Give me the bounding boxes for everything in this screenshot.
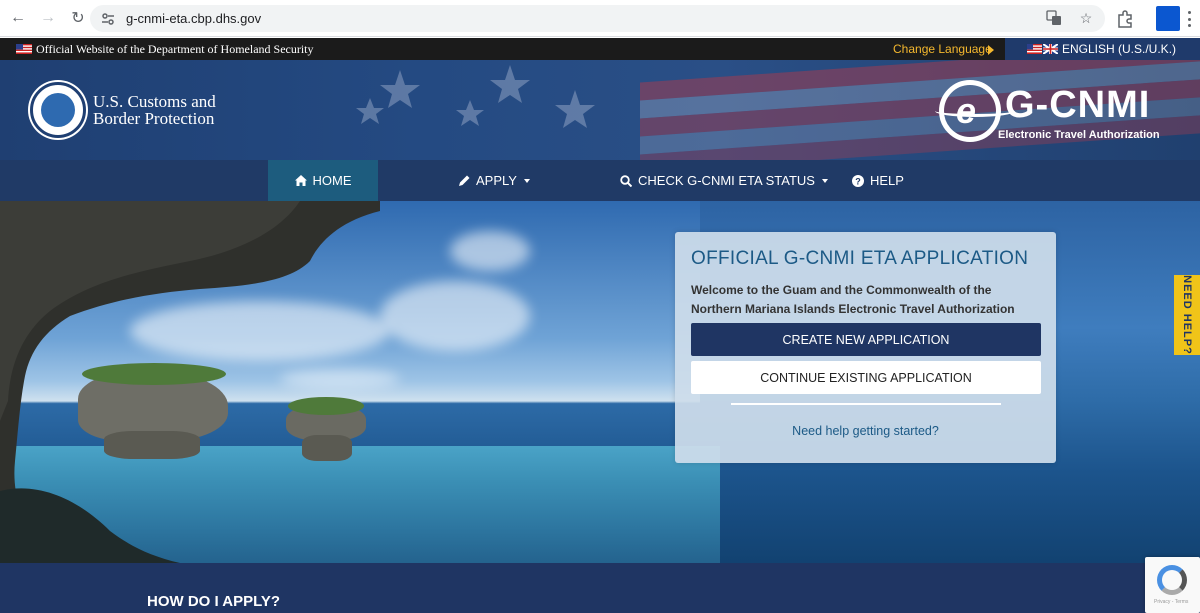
how-to-apply-section: HOW DO I APPLY? bbox=[0, 563, 1200, 613]
reload-icon[interactable]: ↻ bbox=[66, 6, 90, 30]
bookmark-star-icon[interactable]: ☆ bbox=[1077, 9, 1095, 27]
agency-line-1: U.S. Customs and bbox=[93, 92, 216, 111]
main-nav: HOME APPLY CHECK G-CNMI ETA STATUS ? HEL… bbox=[0, 160, 1200, 201]
pencil-icon bbox=[459, 175, 470, 186]
nav-help-label: HELP bbox=[870, 173, 904, 188]
how-to-apply-heading: HOW DO I APPLY? bbox=[147, 593, 281, 610]
extensions-icon[interactable] bbox=[1115, 9, 1135, 29]
chevron-down-icon bbox=[523, 178, 530, 183]
us-uk-flags-icon bbox=[1027, 44, 1059, 54]
card-divider bbox=[731, 403, 1001, 405]
cbp-agency-name[interactable]: U.S. Customs and Border Protection bbox=[93, 93, 216, 127]
create-new-application-button[interactable]: CREATE NEW APPLICATION bbox=[691, 323, 1041, 356]
question-circle-icon: ? bbox=[852, 174, 864, 187]
continue-existing-application-button[interactable]: CONTINUE EXISTING APPLICATION bbox=[691, 361, 1041, 394]
recaptcha-footer[interactable]: Privacy - Terms bbox=[1154, 599, 1188, 605]
application-card: OFFICIAL G-CNMI ETA APPLICATION Welcome … bbox=[675, 232, 1056, 463]
need-help-label: NEED HELP? bbox=[1181, 275, 1193, 355]
change-language-link[interactable]: Change Language bbox=[893, 42, 992, 56]
card-title: OFFICIAL G-CNMI ETA APPLICATION bbox=[691, 248, 1029, 269]
browser-menu-icon[interactable] bbox=[1188, 11, 1192, 27]
caret-right-icon bbox=[988, 45, 994, 55]
home-icon bbox=[294, 175, 307, 186]
brand-subtitle: Electronic Travel Authorization bbox=[998, 129, 1160, 141]
back-icon[interactable]: ← bbox=[6, 6, 30, 30]
nav-home-label: HOME bbox=[312, 173, 352, 188]
language-label[interactable]: ENGLISH (U.S./U.K.) bbox=[1062, 42, 1176, 56]
nav-apply[interactable]: APPLY bbox=[459, 160, 530, 201]
nav-home[interactable]: HOME bbox=[268, 160, 378, 201]
svg-text:?: ? bbox=[855, 176, 861, 186]
url-text[interactable]: g-cnmi-eta.cbp.dhs.gov bbox=[126, 11, 261, 26]
site-info-icon[interactable] bbox=[100, 11, 116, 27]
help-getting-started-link[interactable]: Need help getting started? bbox=[675, 424, 1056, 438]
address-bar[interactable]: g-cnmi-eta.cbp.dhs.gov ☆ bbox=[90, 5, 1105, 32]
recaptcha-badge[interactable]: Privacy - Terms bbox=[1145, 557, 1200, 613]
nav-help[interactable]: ? HELP bbox=[852, 160, 904, 201]
brand-title: G-CNMI bbox=[1005, 84, 1151, 126]
stars-decoration bbox=[356, 65, 595, 128]
nav-status-label: CHECK G-CNMI ETA STATUS bbox=[638, 173, 815, 188]
site-header: U.S. Customs and Border Protection e G-C… bbox=[0, 60, 1200, 160]
chevron-down-icon bbox=[821, 178, 828, 183]
g-cnmi-logo[interactable]: e G-CNMI Electronic Travel Authorization bbox=[935, 80, 1175, 145]
forward-icon[interactable]: → bbox=[36, 6, 60, 30]
cloud bbox=[450, 231, 530, 271]
translate-icon[interactable] bbox=[1045, 9, 1063, 27]
dhs-seal-logo[interactable] bbox=[30, 82, 86, 138]
cloud bbox=[380, 281, 530, 351]
nav-check-status[interactable]: CHECK G-CNMI ETA STATUS bbox=[620, 160, 828, 201]
us-flag-icon bbox=[16, 44, 32, 54]
official-website-text: Official Website of the Department of Ho… bbox=[36, 42, 314, 56]
rock-island-right bbox=[286, 397, 366, 461]
agency-line-2: Border Protection bbox=[93, 109, 215, 128]
gov-banner: Official Website of the Department of Ho… bbox=[0, 38, 1200, 60]
browser-toolbar: ← → ↻ g-cnmi-eta.cbp.dhs.gov ☆ bbox=[0, 0, 1200, 37]
welcome-text: Welcome to the Guam and the Commonwealth… bbox=[691, 283, 1015, 316]
brand-e-letter: e bbox=[956, 90, 977, 131]
search-icon bbox=[620, 174, 632, 187]
need-help-tab[interactable]: NEED HELP? bbox=[1174, 275, 1200, 355]
rock-island-left bbox=[78, 363, 228, 459]
eagle-icon bbox=[41, 93, 75, 127]
recaptcha-icon bbox=[1157, 565, 1187, 595]
nav-apply-label: APPLY bbox=[476, 173, 517, 188]
profile-avatar[interactable] bbox=[1156, 6, 1180, 31]
